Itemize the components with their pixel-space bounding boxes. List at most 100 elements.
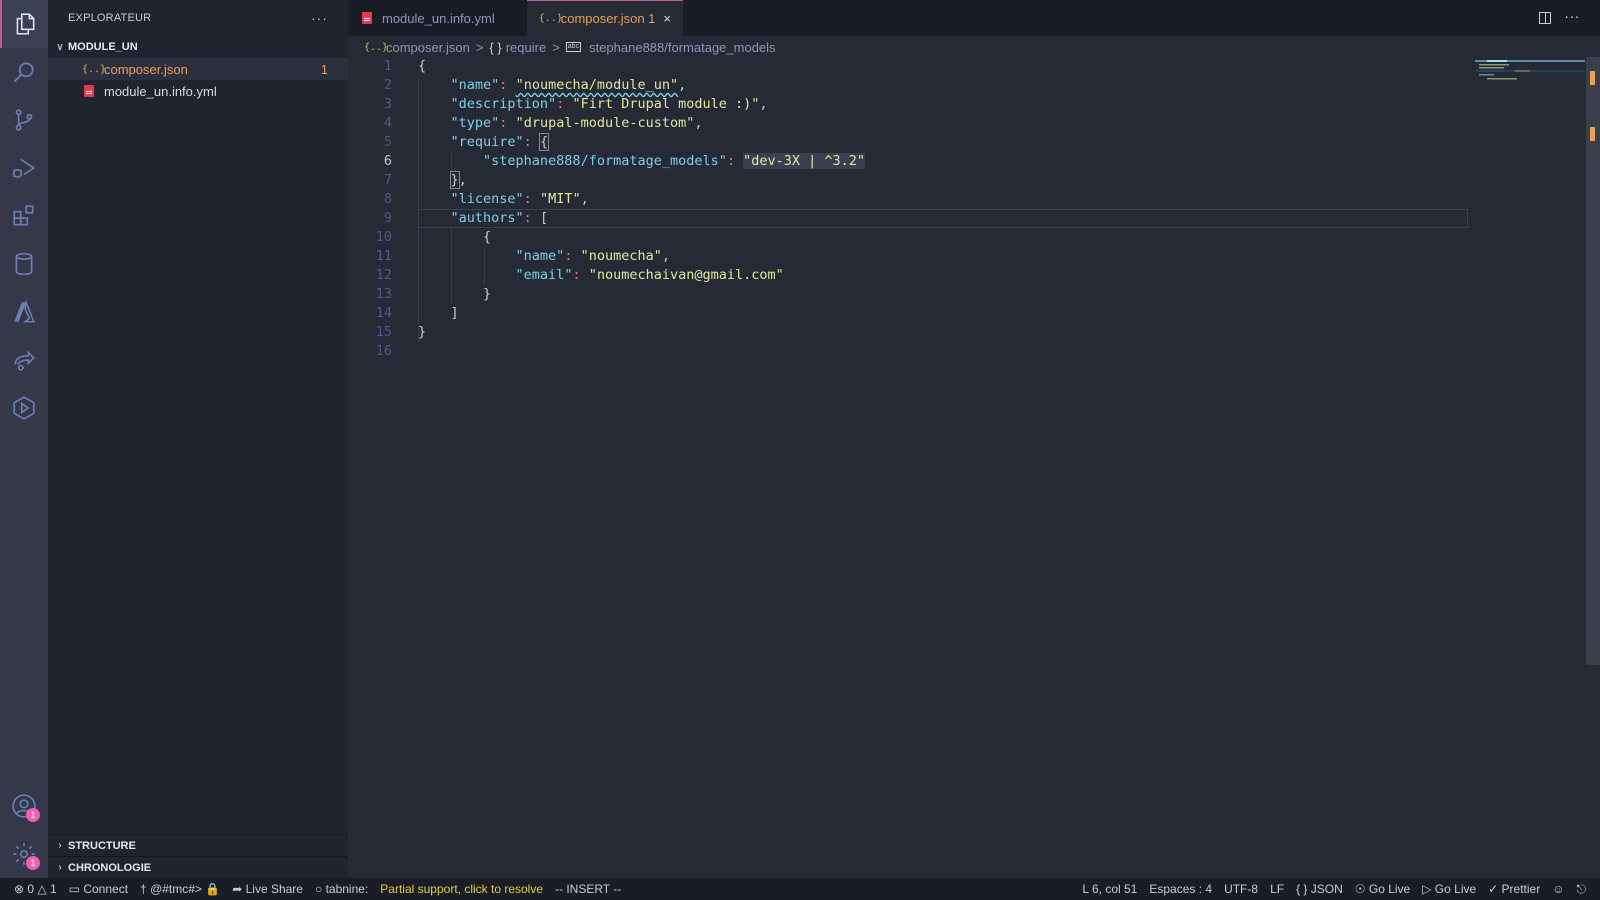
line-number: 10 xyxy=(375,229,392,245)
code-line: 11 "name": "noumecha", xyxy=(348,247,1468,266)
minimap[interactable] xyxy=(1475,57,1585,97)
cursor-position[interactable]: L 6, col 51 xyxy=(1076,878,1143,900)
code-line: 5 "require": { xyxy=(348,133,1468,152)
extensions-icon xyxy=(13,205,34,226)
encoding[interactable]: UTF-8 xyxy=(1218,878,1264,900)
bracket: } xyxy=(483,286,492,302)
sidebar-bottom-sections: › STRUCTURE › CHRONOLOGIE xyxy=(48,834,348,878)
connect-status[interactable]: ▭ Connect xyxy=(63,878,134,900)
breadcrumb-object[interactable]: require xyxy=(506,40,546,55)
activity-search[interactable] xyxy=(0,48,48,96)
code-text: } xyxy=(418,285,491,304)
tabnine-status[interactable]: ○ tabnine: xyxy=(309,878,374,900)
code-text: "type": "drupal-module-custom", xyxy=(450,115,703,131)
activity-extensions[interactable] xyxy=(0,192,48,240)
chevron-right-icon: › xyxy=(58,862,62,873)
code-line: 3 "description": "Firt Drupal module :)"… xyxy=(348,95,1468,114)
language-label: JSON xyxy=(1310,882,1343,896)
code-text: }, xyxy=(449,171,467,189)
code-text: "stephane888/formatage_models": "dev-3X … xyxy=(483,153,866,169)
code-text: "name": "noumecha/module_un", xyxy=(450,77,687,93)
run-debug-icon xyxy=(12,158,36,179)
code-text: { xyxy=(418,58,427,74)
close-icon[interactable]: × xyxy=(663,11,671,26)
file-item-module-un-info-yml[interactable]: module_un.info.yml xyxy=(48,80,348,102)
end-of-line[interactable]: LF xyxy=(1264,878,1290,900)
prettier-status[interactable]: ✓ Prettier xyxy=(1482,878,1546,900)
connect-label: Connect xyxy=(83,882,129,896)
settings-badge: 1 xyxy=(26,856,40,870)
live-share-icon xyxy=(14,350,35,371)
json-value: "drupal-module-custom" xyxy=(515,115,695,131)
editor-tab-bar: module_un.info.yml {..} composer.json 1 … xyxy=(348,0,1600,36)
activity-live-share[interactable] xyxy=(0,336,48,384)
vertical-scrollbar[interactable] xyxy=(1586,57,1600,665)
activity-explorer[interactable] xyxy=(0,0,48,48)
json-key: "require" xyxy=(450,134,524,150)
line-number: 6 xyxy=(383,153,392,169)
go-live-button-2[interactable]: ▷ Go Live xyxy=(1416,878,1482,900)
activity-source-control[interactable] xyxy=(0,96,48,144)
split-editor-icon[interactable] xyxy=(1538,12,1551,24)
tab-module-un-info-yml[interactable]: module_un.info.yml xyxy=(348,0,527,36)
section-chronologie[interactable]: › CHRONOLOGIE xyxy=(48,856,348,878)
breadcrumb-separator: > xyxy=(552,39,560,55)
notifications-button[interactable]: ⎋ xyxy=(1571,878,1600,900)
files-icon xyxy=(16,13,35,35)
error-count: 0 xyxy=(27,882,35,896)
lock-icon: 🔒 xyxy=(201,882,221,896)
problems-status[interactable]: ⊗ 0 △ 1 xyxy=(0,878,63,900)
code-line: 7 }, xyxy=(348,171,1468,190)
feedback-button[interactable]: ☺ xyxy=(1546,878,1570,900)
activity-database[interactable] xyxy=(0,240,48,288)
minimap-preview xyxy=(1475,60,1585,80)
line-number: 7 xyxy=(383,172,392,188)
chevron-down-icon: ∨ xyxy=(56,41,64,53)
language-mode[interactable]: { } JSON xyxy=(1290,878,1349,900)
section-structure[interactable]: › STRUCTURE xyxy=(48,834,348,856)
code-line: 2 "name": "noumecha/module_un", xyxy=(348,76,1468,95)
json-key: "authors" xyxy=(450,210,524,226)
folder-module-un[interactable]: ∨ MODULE_UN xyxy=(48,36,348,58)
line-number: 11 xyxy=(375,248,392,264)
accounts-badge: 1 xyxy=(26,808,40,822)
code-line: 9 "authors": [ xyxy=(348,209,1468,228)
object-icon: { } xyxy=(489,39,502,55)
indentation[interactable]: Espaces : 4 xyxy=(1143,878,1218,900)
breadcrumb-key[interactable]: stephane888/formatage_models xyxy=(589,40,775,55)
more-actions-icon[interactable]: ··· xyxy=(1565,11,1580,26)
activity-run-debug[interactable] xyxy=(0,144,48,192)
code-line: 14 ] xyxy=(348,304,1468,323)
feedback-icon: ☺ xyxy=(1552,882,1565,896)
code-text: "license": "MIT", xyxy=(450,191,589,207)
file-item-composer-json[interactable]: {..} composer.json 1 xyxy=(48,58,348,80)
breadcrumb: {..} composer.json > { } require > abc s… xyxy=(348,36,776,58)
explorer-title: EXPLORATEUR xyxy=(68,12,152,24)
activity-remote[interactable] xyxy=(0,384,48,432)
code-line: 10 { xyxy=(348,228,1468,247)
database-icon: ▭ xyxy=(68,882,84,896)
remote-explorer-icon xyxy=(13,396,35,420)
live-share-status[interactable]: ➦ Live Share xyxy=(226,878,309,900)
scroll-cursor-mark xyxy=(1590,127,1595,141)
activity-azure[interactable] xyxy=(0,288,48,336)
json-icon: {..} xyxy=(364,41,389,53)
source-control-icon xyxy=(15,109,33,131)
activity-accounts[interactable]: 1 xyxy=(0,782,48,830)
go-live-button-1[interactable]: ☉ Go Live xyxy=(1349,878,1416,900)
database-icon xyxy=(15,252,33,276)
tmc-status[interactable]: † @#tmc#> 🔒 xyxy=(134,878,226,900)
tab-label: composer.json 1 xyxy=(560,11,656,26)
line-number: 14 xyxy=(375,305,392,321)
bracket: ] xyxy=(450,305,459,321)
editor-actions: ··· xyxy=(1538,0,1580,36)
more-actions-button[interactable]: ··· xyxy=(311,10,328,26)
tabnine-message[interactable]: Partial support, click to resolve xyxy=(374,878,549,900)
activity-settings[interactable]: 1 xyxy=(0,830,48,878)
json-icon: {..} xyxy=(538,13,563,24)
tab-composer-json[interactable]: {..} composer.json 1 × xyxy=(526,0,683,36)
braces-icon: { } xyxy=(1296,882,1311,896)
breadcrumb-file[interactable]: composer.json xyxy=(386,40,470,55)
status-right: L 6, col 51 Espaces : 4 UTF-8 LF { } JSO… xyxy=(1076,878,1600,900)
json-value: "MIT" xyxy=(539,191,581,207)
